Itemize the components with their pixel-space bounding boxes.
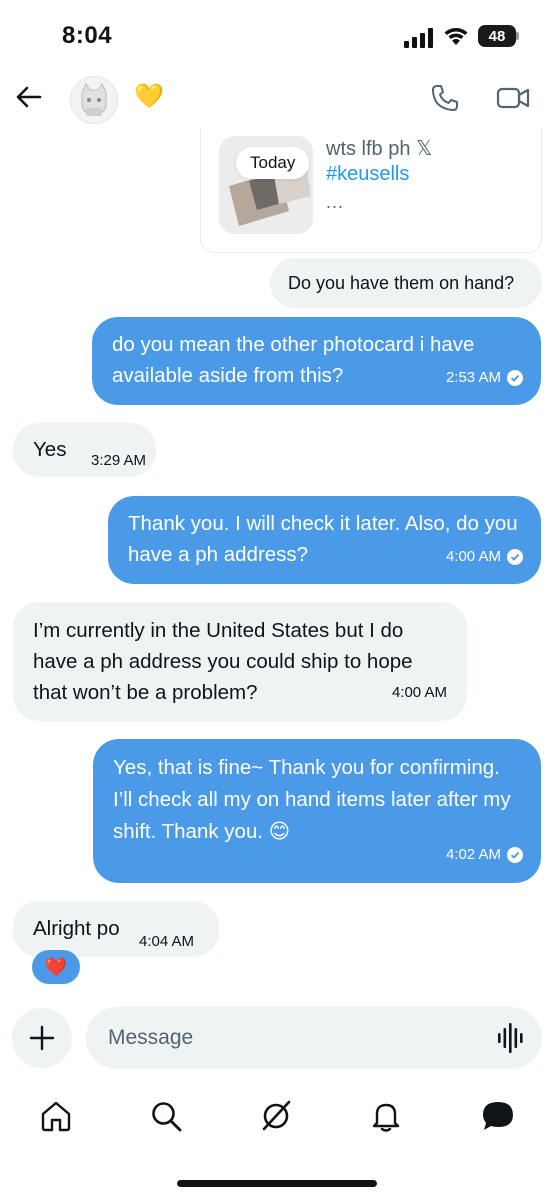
add-attachment-button[interactable] — [12, 1008, 72, 1068]
message-bubble-sent[interactable]: Thank you. I will check it later. Also, … — [108, 496, 541, 584]
tab-messages[interactable] — [478, 1096, 518, 1136]
plus-icon — [29, 1025, 55, 1051]
read-check-icon — [507, 847, 523, 863]
post-more-ellipsis: ... — [326, 192, 345, 212]
message-bubble-received[interactable]: I’m currently in the United States but I… — [13, 602, 467, 721]
message-timestamp: 4:02 AM — [445, 846, 501, 863]
home-indicator — [177, 1180, 377, 1187]
battery-nub — [516, 32, 519, 40]
message-timestamp: 3:29 AM — [91, 452, 147, 469]
message-text: I’m currently in the United States but I… — [33, 619, 413, 704]
back-arrow-icon[interactable] — [14, 82, 44, 112]
grok-icon — [262, 1100, 291, 1131]
message-bubble-received[interactable]: Yes 3:29 AM — [13, 423, 156, 477]
search-icon — [152, 1102, 182, 1132]
wifi-icon — [444, 28, 468, 45]
phone-call-icon[interactable] — [430, 83, 460, 113]
tab-home[interactable] — [36, 1096, 76, 1136]
message-bubble-sent[interactable]: Yes, that is fine~ Thank you for confirm… — [93, 739, 541, 883]
message-input[interactable] — [86, 1007, 542, 1069]
message-text: Yes, that is fine~ Thank you for confirm… — [113, 756, 511, 843]
cat-avatar-icon — [81, 83, 107, 116]
read-check-icon — [507, 548, 523, 565]
message-timestamp: 4:00 AM — [391, 684, 447, 701]
date-separator-chip: Today — [236, 147, 310, 179]
avatar[interactable] — [70, 76, 118, 124]
messages-bubble-icon — [483, 1102, 513, 1130]
message-bubble-received[interactable]: Do you have them on hand? — [270, 258, 542, 308]
status-time: 8:04 — [62, 22, 113, 49]
message-timestamp: 4:04 AM — [139, 933, 195, 950]
message-bubble-sent[interactable]: do you mean the other photocard i have a… — [92, 317, 541, 405]
voice-message-icon[interactable] — [496, 1022, 526, 1054]
message-bubble-received[interactable]: Alright po 4:04 AM — [13, 901, 219, 957]
post-hashtag[interactable]: #keusells — [326, 163, 409, 186]
message-text: do you mean the other photocard i have a… — [112, 333, 475, 387]
tab-search[interactable] — [146, 1096, 186, 1136]
message-text: Do you have them on hand? — [288, 273, 515, 293]
message-text: Yes — [33, 438, 67, 461]
home-icon — [41, 1101, 71, 1132]
yellow-heart-emoji: 💛 — [134, 83, 164, 110]
message-text: Alright po — [33, 917, 120, 940]
signal-icon — [404, 28, 433, 48]
message-timestamp: 4:00 AM — [445, 548, 501, 565]
heart-reaction-badge[interactable]: ❤️ — [32, 950, 80, 984]
video-call-icon[interactable] — [496, 84, 530, 112]
tab-grok[interactable] — [256, 1096, 296, 1136]
post-title: wts lfb ph 𝕏 — [326, 138, 433, 160]
message-timestamp: 2:53 AM — [445, 369, 501, 386]
tab-notifications[interactable] — [366, 1096, 406, 1136]
battery-indicator: 48 — [478, 25, 516, 47]
read-check-icon — [507, 369, 523, 386]
bell-icon — [372, 1103, 400, 1132]
